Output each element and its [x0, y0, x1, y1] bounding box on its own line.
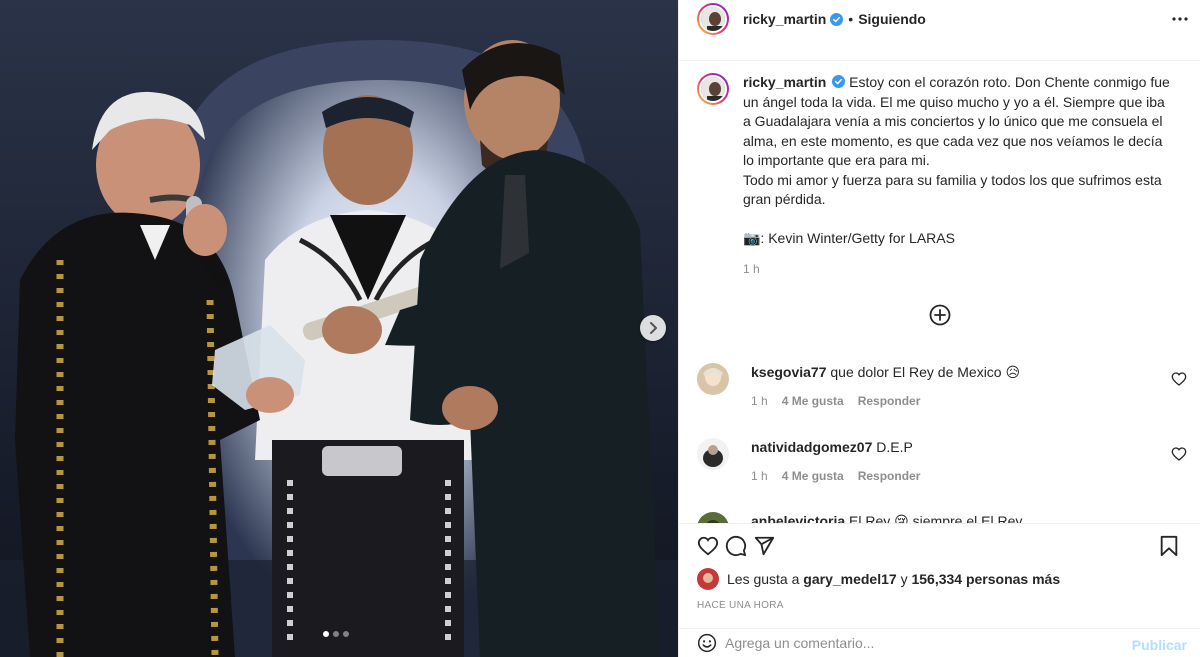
heart-icon[interactable] [697, 535, 719, 557]
likes-count[interactable]: 156,334 personas más [911, 571, 1060, 587]
comment-item: natividadgomez07 D.E.P 1 h 4 Me gusta Re… [697, 438, 1187, 483]
plus-circle-icon[interactable] [929, 304, 951, 326]
comment-likes[interactable]: 4 Me gusta [782, 394, 844, 408]
caption-text: ricky_martin Estoy con el corazón roto. … [743, 73, 1183, 280]
bookmark-icon[interactable] [1159, 535, 1179, 557]
likes-prefix: Les gusta a [727, 571, 800, 587]
verified-badge-icon [832, 75, 846, 88]
post-side-panel: ricky_martin • Siguiendo ricky_martin Es… [678, 0, 1200, 657]
post-photo[interactable] [0, 0, 678, 657]
author-avatar[interactable] [697, 3, 729, 35]
comment-text: El Rey 😢 siempre el El Rey [849, 513, 1023, 523]
caption-line: a Guadalajara venía a mis conciertos y l… [743, 113, 1163, 129]
commenter-username[interactable]: natividadgomez07 [751, 439, 872, 455]
smiley-icon[interactable] [697, 633, 717, 653]
chevron-right-icon [650, 322, 657, 334]
actions-divider [679, 523, 1200, 524]
commenter-avatar[interactable] [697, 438, 729, 470]
commenter-avatar[interactable] [697, 512, 729, 523]
caption-line: lo importante que era para mi. [743, 152, 930, 168]
carousel-dot [323, 631, 329, 637]
header-separator: • [848, 11, 854, 27]
avatar-photo [697, 568, 719, 590]
commenter-avatar[interactable] [697, 363, 729, 395]
caption-line: alma, en este momento, es que cada vez q… [743, 132, 1163, 149]
avatar-photo [697, 363, 729, 395]
liker-username[interactable]: gary_medel17 [803, 571, 896, 587]
carousel-dot [333, 631, 339, 637]
post-image [0, 0, 678, 657]
post-timestamp[interactable]: HACE UNA HORA [697, 600, 784, 611]
caption-line: un ángel toda la vida. El me quiso mucho… [743, 93, 1165, 110]
comment-meta: 1 h 4 Me gusta Responder [751, 394, 1187, 408]
likes-joiner: y [900, 571, 908, 587]
avatar-photo [701, 7, 725, 31]
caption-username[interactable]: ricky_martin [743, 74, 826, 90]
author-username[interactable]: ricky_martin [743, 11, 826, 27]
comment-input[interactable] [725, 635, 1105, 651]
verified-badge-icon [830, 12, 844, 26]
post-actions-bar [679, 532, 1200, 562]
comment-likes[interactable]: 4 Me gusta [782, 469, 844, 483]
caption-time[interactable]: 1 h [743, 260, 1183, 280]
comment-text: que dolor El Rey de Mexico 😥 [830, 364, 1021, 380]
add-comment-bar: Publicar [679, 628, 1200, 657]
following-button[interactable]: Siguiendo [858, 11, 926, 27]
comment-text: D.E.P [876, 439, 913, 455]
likes-summary[interactable]: Les gusta a gary_medel17 y 156,334 perso… [697, 568, 1060, 590]
comment-meta: 1 h 4 Me gusta Responder [751, 469, 1187, 483]
heart-icon[interactable] [1171, 446, 1187, 462]
carousel-indicator [323, 631, 349, 637]
caption-line: Todo mi amor y fuerza para su familia y … [743, 171, 1162, 188]
avatar-photo [697, 512, 729, 523]
caption-author-avatar[interactable] [697, 73, 729, 105]
photo-credit: 📷: Kevin Winter/Getty for LARAS [743, 229, 955, 246]
caption-line: gran pérdida. [743, 191, 826, 207]
reply-button[interactable]: Responder [858, 394, 921, 408]
carousel-dot [343, 631, 349, 637]
share-icon[interactable] [753, 535, 775, 557]
caption-line: Estoy con el corazón roto. Don Chente co… [849, 74, 1170, 90]
avatar-photo [701, 77, 725, 101]
comment-time[interactable]: 1 h [751, 469, 768, 483]
carousel-next-button[interactable] [640, 315, 666, 341]
avatar-photo [697, 438, 729, 470]
comment-time[interactable]: 1 h [751, 394, 768, 408]
liker-avatar [697, 568, 719, 590]
caption: ricky_martin Estoy con el corazón roto. … [697, 73, 1183, 280]
comment-item: anbelevictoria El Rey 😢 siempre el El Re… [697, 512, 1187, 523]
more-horizontal-icon[interactable] [1171, 10, 1189, 28]
comment-icon[interactable] [725, 535, 747, 557]
commenter-username[interactable]: ksegovia77 [751, 364, 827, 380]
reply-button[interactable]: Responder [858, 469, 921, 483]
comment-item: ksegovia77 que dolor El Rey de Mexico 😥 … [697, 363, 1187, 408]
publish-button[interactable]: Publicar [1132, 637, 1187, 653]
instagram-post-view: ricky_martin • Siguiendo ricky_martin Es… [0, 0, 1200, 657]
post-header: ricky_martin • Siguiendo [679, 0, 1200, 38]
commenter-username[interactable]: anbelevictoria [751, 513, 845, 523]
heart-icon[interactable] [1171, 371, 1187, 387]
comments-scroll-area[interactable]: ricky_martin Estoy con el corazón roto. … [679, 60, 1200, 523]
